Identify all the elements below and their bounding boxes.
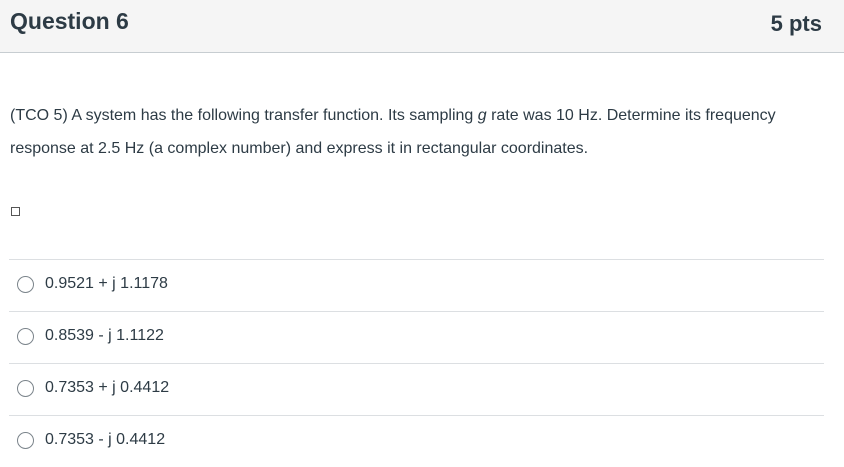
answer-list: 0.9521 + j 1.1178 0.8539 - j 1.1122 0.73…: [9, 259, 824, 467]
answer-label: 0.7353 + j 0.4412: [45, 379, 170, 396]
radio-button[interactable]: [17, 328, 34, 345]
answer-option[interactable]: 0.8539 - j 1.1122: [9, 311, 824, 363]
answer-label: 0.7353 - j 0.4412: [45, 431, 166, 448]
answer-option[interactable]: 0.7353 + j 0.4412: [9, 363, 824, 415]
radio-button[interactable]: [17, 276, 34, 293]
answer-label: 0.9521 + j 1.1178: [45, 275, 168, 292]
question-title: Question 6: [10, 8, 129, 34]
answer-label: 0.8539 - j 1.1122: [45, 327, 164, 344]
question-text-italic: g: [477, 107, 487, 124]
answer-option[interactable]: 0.7353 - j 0.4412: [9, 415, 824, 467]
question-text: (TCO 5) A system has the following trans…: [10, 99, 830, 165]
question-header: Question 6 5 pts: [0, 0, 844, 53]
question-points: 5 pts: [770, 11, 822, 36]
question-text-part1: (TCO 5) A system has the following trans…: [10, 107, 478, 124]
radio-button[interactable]: [17, 380, 34, 397]
answer-option[interactable]: 0.9521 + j 1.1178: [9, 259, 824, 311]
broken-image-icon: [11, 207, 20, 216]
radio-button[interactable]: [17, 432, 34, 449]
